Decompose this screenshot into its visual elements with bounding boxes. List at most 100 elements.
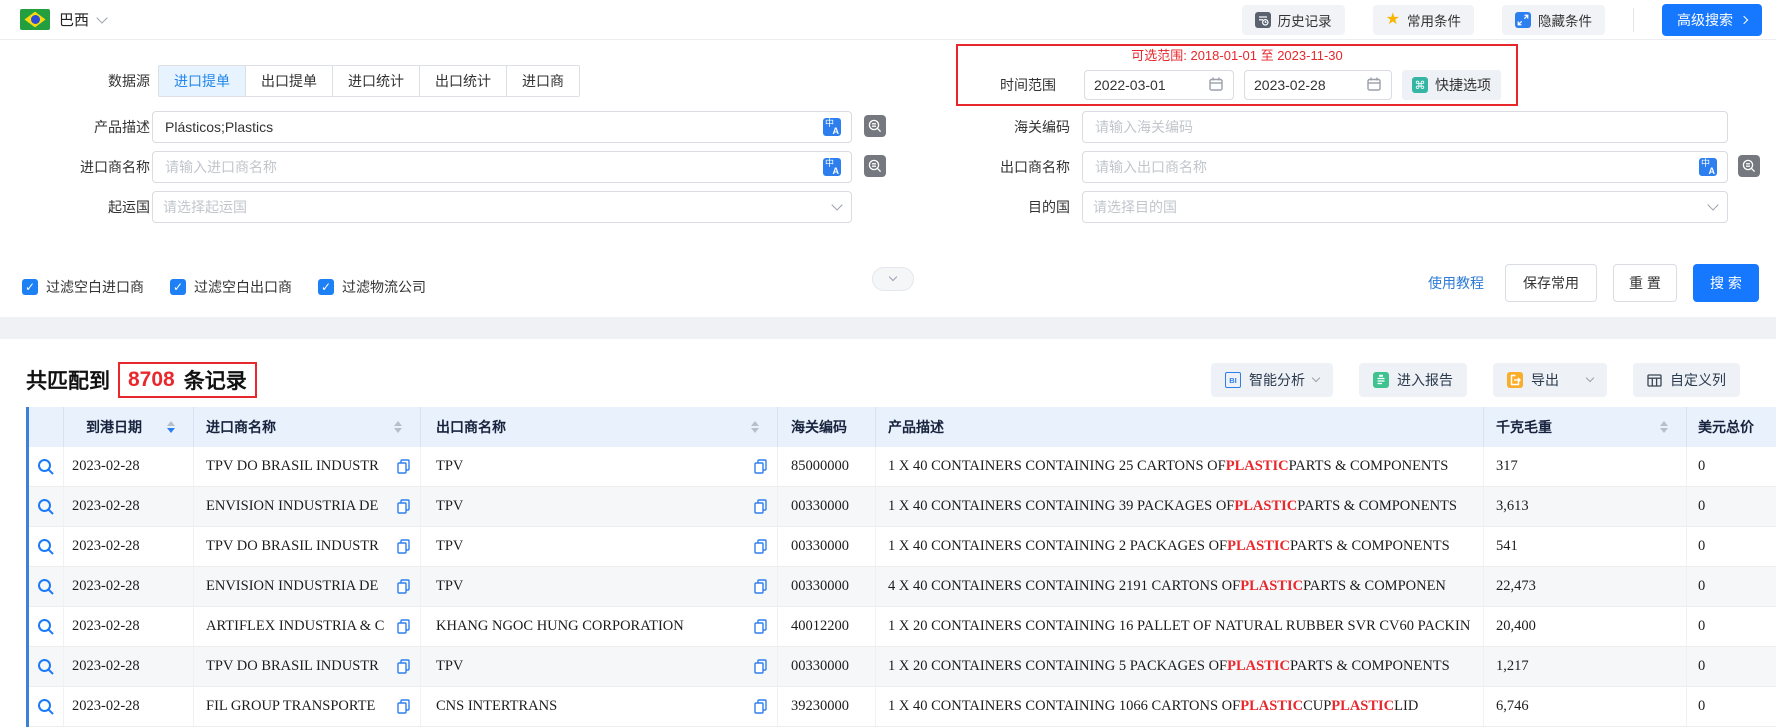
detail-cell xyxy=(29,487,63,526)
hide-conditions-button[interactable]: 隐藏条件 xyxy=(1502,4,1605,35)
copy-icon[interactable] xyxy=(397,619,410,634)
importer-input[interactable] xyxy=(163,158,817,176)
collapse-arrows-icon xyxy=(1515,11,1531,28)
save-common-button[interactable]: 保存常用 xyxy=(1505,264,1597,302)
filter-checkbox[interactable]: ✓ 过滤空白出口商 xyxy=(170,277,292,297)
exporter-input[interactable] xyxy=(1093,158,1693,176)
column-header-weight[interactable]: 千克毛重 xyxy=(1483,407,1686,447)
collapse-filters-button[interactable] xyxy=(872,267,914,291)
filter-checkbox[interactable]: ✓ 过滤空白进口商 xyxy=(22,277,144,297)
enter-report-button[interactable]: 进入报告 xyxy=(1359,363,1467,397)
history-button[interactable]: 历史记录 xyxy=(1241,4,1345,35)
exporter-cell: TPV xyxy=(420,487,777,526)
checkbox-checked-icon[interactable]: ✓ xyxy=(318,279,334,295)
copy-icon[interactable] xyxy=(397,579,410,594)
origin-country-select[interactable]: 请选择起运国 xyxy=(152,191,852,223)
column-header-arrival-date[interactable]: 到港日期 xyxy=(63,407,193,447)
copy-icon[interactable] xyxy=(754,459,767,474)
translate-icon[interactable]: 中A xyxy=(823,118,841,136)
copy-icon[interactable] xyxy=(754,499,767,514)
checkbox-checked-icon[interactable]: ✓ xyxy=(170,279,186,295)
chevron-down-icon xyxy=(831,199,843,211)
product-desc-input[interactable] xyxy=(163,118,817,136)
importer-field: 中A xyxy=(152,151,852,183)
exporter-cell: KHANG NGOC HUNG CORPORATION xyxy=(420,607,777,646)
start-date-input[interactable]: 2022-03-01 xyxy=(1084,70,1234,100)
chevron-down-icon xyxy=(888,272,898,282)
view-detail-icon[interactable] xyxy=(37,458,55,476)
datasource-tab[interactable]: 进口提单 xyxy=(158,65,246,97)
view-detail-icon[interactable] xyxy=(37,498,55,516)
view-detail-icon[interactable] xyxy=(37,658,55,676)
search-button[interactable]: 搜 索 xyxy=(1693,264,1759,302)
quick-options-button[interactable]: ⌘ 快捷选项 xyxy=(1402,70,1501,100)
results-header: 共匹配到 8708 条记录 BI 智能分析 进入报告 导出 自定义列 xyxy=(0,339,1776,407)
exact-match-icon[interactable] xyxy=(1738,155,1760,177)
summary-prefix: 共匹配到 xyxy=(26,370,110,393)
copy-icon[interactable] xyxy=(754,659,767,674)
copy-icon[interactable] xyxy=(754,539,767,554)
start-date-value: 2022-03-01 xyxy=(1094,77,1166,93)
hs-code-input[interactable] xyxy=(1093,118,1717,136)
copy-icon[interactable] xyxy=(397,459,410,474)
favorites-button[interactable]: ★ 常用条件 xyxy=(1372,4,1474,35)
datasource-tab[interactable]: 出口提单 xyxy=(246,65,333,97)
view-detail-icon[interactable] xyxy=(37,698,55,716)
end-date-input[interactable]: 2023-02-28 xyxy=(1244,70,1392,100)
time-range-label: 时间范围 xyxy=(1000,77,1056,93)
datasource-tab[interactable]: 进口统计 xyxy=(333,65,420,97)
product-desc-cell: 1 X 20 CONTAINERS CONTAINING 5 PACKAGES … xyxy=(875,647,1483,686)
view-detail-icon[interactable] xyxy=(37,578,55,596)
usd-total-cell: 0 xyxy=(1686,447,1776,486)
sort-control[interactable] xyxy=(167,420,175,434)
sort-control[interactable] xyxy=(751,420,759,434)
reset-button[interactable]: 重 置 xyxy=(1613,264,1677,302)
hs-code-cell: 00330000 xyxy=(777,647,875,686)
translate-icon[interactable]: 中A xyxy=(1699,158,1717,176)
importer-cell: TPV DO BRASIL INDUSTR xyxy=(193,647,420,686)
export-icon xyxy=(1507,372,1523,388)
column-header-exporter[interactable]: 出口商名称 xyxy=(420,407,777,447)
copy-icon[interactable] xyxy=(754,699,767,714)
export-button[interactable]: 导出 xyxy=(1493,363,1607,397)
view-detail-icon[interactable] xyxy=(37,618,55,636)
copy-icon[interactable] xyxy=(754,579,767,594)
datasource-tab[interactable]: 出口统计 xyxy=(420,65,507,97)
sort-control[interactable] xyxy=(394,420,402,434)
column-header-importer[interactable]: 进口商名称 xyxy=(193,407,420,447)
exact-match-icon[interactable] xyxy=(864,155,886,177)
arrival-date-cell: 2023-02-28 xyxy=(63,567,193,606)
chevron-right-icon xyxy=(1739,15,1749,24)
advanced-search-button[interactable]: 高级搜索 xyxy=(1662,3,1762,36)
tutorial-link[interactable]: 使用教程 xyxy=(1428,264,1484,302)
checkbox-label: 过滤空白出口商 xyxy=(194,279,292,295)
dest-country-select[interactable]: 请选择目的国 xyxy=(1082,191,1728,223)
sort-control[interactable] xyxy=(1660,420,1668,434)
datasource-tab[interactable]: 进口商 xyxy=(507,65,580,97)
page: 巴西 历史记录 ★ 常用条件 隐藏条件 高级搜索 数据源 进口提单 出口提单 进… xyxy=(0,0,1776,727)
view-detail-icon[interactable] xyxy=(37,538,55,556)
exact-match-icon[interactable] xyxy=(864,115,886,137)
custom-columns-button[interactable]: 自定义列 xyxy=(1633,363,1740,397)
importer-cell: ARTIFLEX INDUSTRIA & C xyxy=(193,607,420,646)
copy-icon[interactable] xyxy=(397,539,410,554)
bi-analysis-icon: BI xyxy=(1225,372,1241,388)
filter-checkbox[interactable]: ✓ 过滤物流公司 xyxy=(318,277,426,297)
exporter-cell: TPV xyxy=(420,567,777,606)
translate-icon[interactable]: 中A xyxy=(823,158,841,176)
copy-icon[interactable] xyxy=(397,659,410,674)
exporter-cell: TPV xyxy=(420,647,777,686)
checkbox-checked-icon[interactable]: ✓ xyxy=(22,279,38,295)
importer-cell: ENVISION INDUSTRIA DE xyxy=(193,567,420,606)
chevron-down-icon xyxy=(1707,199,1719,211)
divider xyxy=(1633,7,1634,32)
country-name: 巴西 xyxy=(59,12,90,29)
copy-icon[interactable] xyxy=(754,619,767,634)
copy-icon[interactable] xyxy=(397,699,410,714)
country-picker[interactable]: 巴西 xyxy=(20,9,108,30)
keyword-highlight: PLASTIC xyxy=(1227,538,1290,554)
arrival-date-cell: 2023-02-28 xyxy=(63,687,193,726)
date-range-hint: 可选范围: 2018-01-01 至 2023-11-30 xyxy=(1131,48,1343,63)
smart-analysis-button[interactable]: BI 智能分析 xyxy=(1211,363,1333,397)
copy-icon[interactable] xyxy=(397,499,410,514)
